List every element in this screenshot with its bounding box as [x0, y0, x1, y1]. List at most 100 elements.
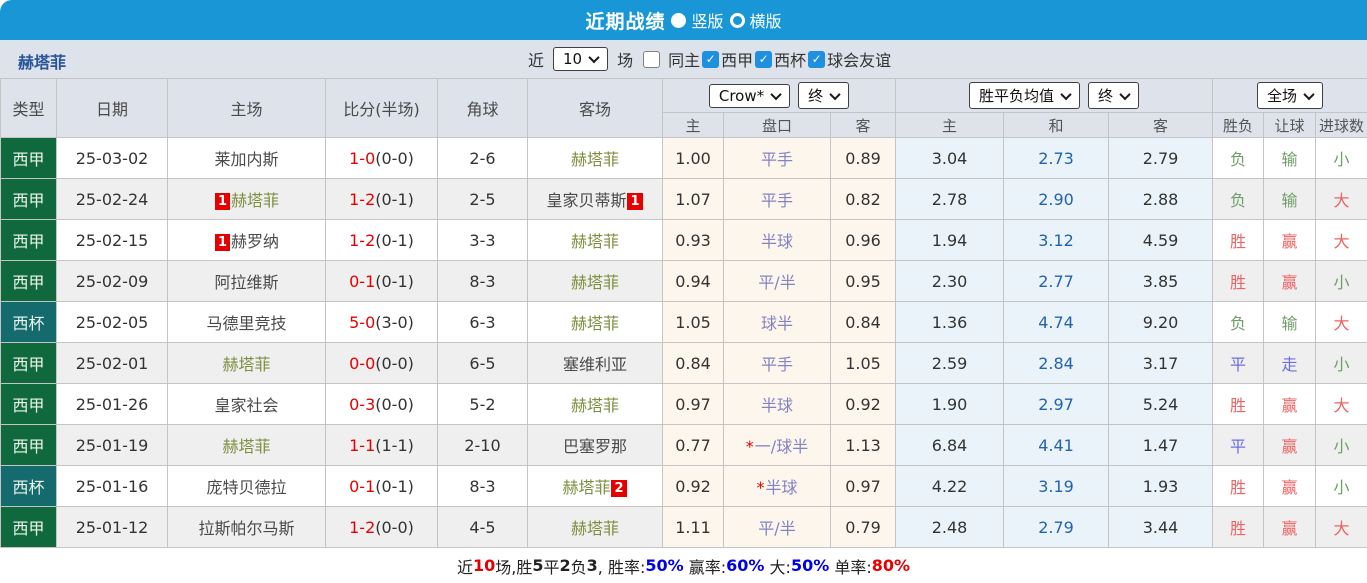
home-team-cell: 皇家社会 [168, 384, 326, 425]
date-cell: 25-02-15 [57, 220, 168, 261]
handicap-cell: 球半 [724, 302, 831, 343]
avg-away-cell: 1.93 [1109, 466, 1213, 507]
filter-checkbox[interactable] [643, 51, 660, 68]
summary-segment: 50% [645, 556, 683, 575]
recent-count-select[interactable]: 10 [553, 47, 608, 71]
score-cell: 0-1(0-1) [326, 261, 438, 302]
wdl-result-cell: 胜 [1213, 466, 1264, 507]
corners-cell: 6-5 [438, 343, 528, 384]
goals-result-cell: 小 [1316, 138, 1367, 179]
avg-home-cell: 1.36 [896, 302, 1004, 343]
date-cell: 25-03-02 [57, 138, 168, 179]
wdl-result-cell: 平 [1213, 343, 1264, 384]
goals-result-cell: 小 [1316, 343, 1367, 384]
avg-away-cell: 4.59 [1109, 220, 1213, 261]
league-type-cell: 西杯 [1, 302, 57, 343]
col-header-home: 主场 [168, 79, 326, 138]
home-team-cell: 拉斯帕尔马斯 [168, 507, 326, 548]
col-header-date: 日期 [57, 79, 168, 138]
handicap-result-cell: 赢 [1264, 507, 1316, 548]
avg-company-select[interactable]: 胜平负均值 [969, 82, 1080, 109]
layout-radio-horizontal[interactable]: 横版 [730, 8, 782, 32]
match-row: 西甲25-01-19赫塔菲1-1(1-1)2-10巴塞罗那0.77*一/球半1.… [1, 425, 1367, 466]
goals-result-cell: 小 [1316, 425, 1367, 466]
page-title: 近期战绩 [585, 7, 665, 34]
avg-draw-cell: 2.84 [1004, 343, 1109, 384]
crow-away-odds-cell: 1.13 [831, 425, 896, 466]
goals-result-cell: 大 [1316, 384, 1367, 425]
away-team-cell: 赫塔菲 [528, 261, 663, 302]
crow-home-odds-cell: 0.92 [663, 466, 724, 507]
league-type-cell: 西甲 [1, 507, 57, 548]
avg-away-cell: 3.85 [1109, 261, 1213, 302]
crow-away-odds-cell: 1.05 [831, 343, 896, 384]
avg-company-value: 胜平负均值 [979, 85, 1054, 106]
match-row: 西甲25-02-09阿拉维斯0-1(0-1)8-3赫塔菲0.94平/半0.952… [1, 261, 1367, 302]
subcol-goals: 进球数 [1316, 113, 1367, 138]
date-cell: 25-02-09 [57, 261, 168, 302]
league-type-cell: 西甲 [1, 138, 57, 179]
avg-home-cell: 2.78 [896, 179, 1004, 220]
avg-draw-cell: 2.90 [1004, 179, 1109, 220]
handicap-result-cell: 赢 [1264, 261, 1316, 302]
goals-result-cell: 小 [1316, 261, 1367, 302]
handicap-cell: 平手 [724, 343, 831, 384]
result-group-header: 全场 [1213, 79, 1367, 113]
filter-controls: 近 10 场 同主✓西甲✓西杯✓球会友谊 [528, 40, 891, 78]
score-cell: 1-0(0-0) [326, 138, 438, 179]
avg-away-cell: 2.88 [1109, 179, 1213, 220]
layout-radio-vertical[interactable]: 竖版 [671, 8, 723, 32]
filter-checkbox[interactable]: ✓ [808, 51, 825, 68]
crow-home-odds-cell: 0.84 [663, 343, 724, 384]
away-team-cell: 巴塞罗那 [528, 425, 663, 466]
date-cell: 25-01-26 [57, 384, 168, 425]
home-team-cell: 1赫塔菲 [168, 179, 326, 220]
crow-home-odds-cell: 1.07 [663, 179, 724, 220]
match-row: 西甲25-01-26皇家社会0-3(0-0)5-2赫塔菲0.97半球0.921.… [1, 384, 1367, 425]
summary-segment: 3 [587, 556, 598, 575]
league-type-cell: 西甲 [1, 343, 57, 384]
crow-period-value: 终 [808, 85, 823, 106]
wdl-result-cell: 负 [1213, 138, 1264, 179]
recent-count-value: 10 [563, 50, 582, 68]
crow-company-select[interactable]: Crow* [709, 84, 790, 108]
league-type-cell: 西甲 [1, 261, 57, 302]
handicap-cell: 平/半 [724, 507, 831, 548]
results-table: 类型 日期 主场 比分(半场) 角球 客场 Crow* 终 胜平负均值 终 全场 [0, 78, 1367, 548]
home-team-cell: 莱加内斯 [168, 138, 326, 179]
subcol-crow-away: 客 [831, 113, 896, 138]
filter-checkbox-label: 西杯 [774, 47, 806, 71]
red-card-badge: 2 [611, 480, 626, 497]
summary-segment: 负 [571, 554, 587, 578]
handicap-cell: *半球 [724, 466, 831, 507]
score-cell: 1-2(0-0) [326, 507, 438, 548]
corners-cell: 8-3 [438, 466, 528, 507]
crow-company-value: Crow* [719, 87, 764, 105]
crow-away-odds-cell: 0.96 [831, 220, 896, 261]
avg-draw-cell: 4.41 [1004, 425, 1109, 466]
crow-odds-group-header: Crow* 终 [663, 79, 896, 113]
crow-period-select[interactable]: 终 [798, 82, 849, 109]
summary-segment: 大: [764, 554, 790, 578]
title-bar: 近期战绩 竖版 横版 [0, 0, 1367, 40]
handicap-result-cell: 赢 [1264, 220, 1316, 261]
goals-result-cell: 大 [1316, 302, 1367, 343]
avg-draw-cell: 3.19 [1004, 466, 1109, 507]
handicap-result-cell: 走 [1264, 343, 1316, 384]
crow-home-odds-cell: 1.05 [663, 302, 724, 343]
wdl-result-cell: 胜 [1213, 220, 1264, 261]
filter-checkbox[interactable]: ✓ [702, 51, 719, 68]
home-team-cell: 1赫罗纳 [168, 220, 326, 261]
scope-select[interactable]: 全场 [1257, 82, 1323, 109]
home-team-cell: 阿拉维斯 [168, 261, 326, 302]
filter-checkbox[interactable]: ✓ [755, 51, 772, 68]
subcol-avg-home: 主 [896, 113, 1004, 138]
avg-period-select[interactable]: 终 [1088, 82, 1139, 109]
date-cell: 25-02-05 [57, 302, 168, 343]
wdl-result-cell: 胜 [1213, 384, 1264, 425]
date-cell: 25-01-12 [57, 507, 168, 548]
score-cell: 0-3(0-0) [326, 384, 438, 425]
radio-selected-icon [671, 13, 686, 28]
avg-draw-cell: 4.74 [1004, 302, 1109, 343]
avg-draw-cell: 2.73 [1004, 138, 1109, 179]
